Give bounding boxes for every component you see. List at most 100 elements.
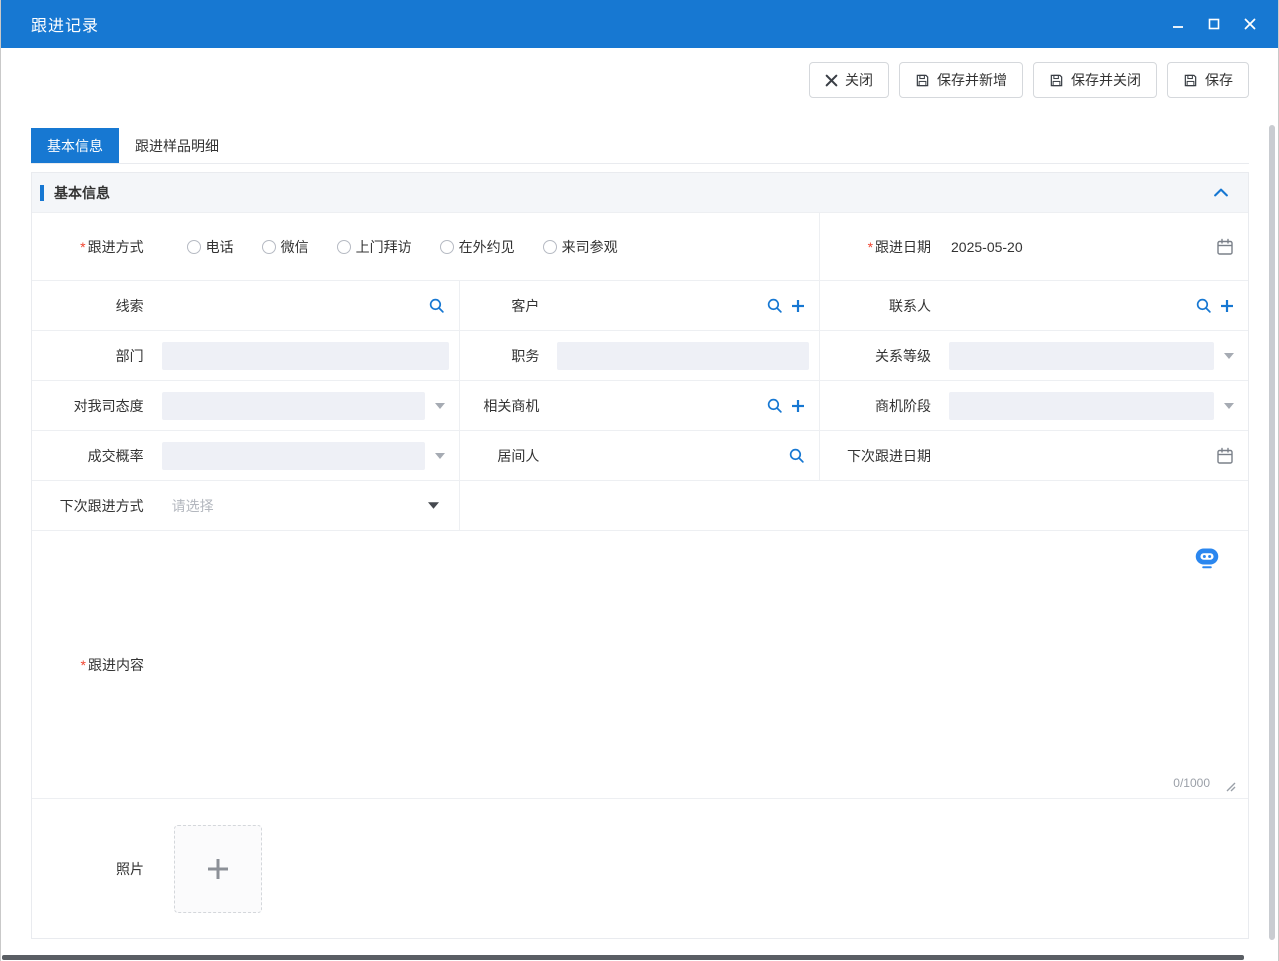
section-header: 基本信息 <box>32 172 1248 212</box>
department-field <box>150 331 459 380</box>
follow-content-textarea[interactable] <box>150 531 1248 798</box>
intermediary-input[interactable] <box>545 431 789 480</box>
save-and-new-button[interactable]: 保存并新增 <box>899 62 1023 98</box>
form-row: 对我司态度 相关商机 商机阶段 <box>32 380 1248 430</box>
lead-field <box>149 281 459 330</box>
chevron-down-icon[interactable] <box>427 502 439 509</box>
attitude-field <box>150 381 459 430</box>
window-controls <box>1168 14 1260 34</box>
minimize-icon[interactable] <box>1168 14 1188 34</box>
search-icon[interactable] <box>428 297 445 314</box>
field-label-attitude: 对我司态度 <box>73 397 144 414</box>
follow-date-value: 2025-05-20 <box>951 238 1023 255</box>
maximize-icon[interactable] <box>1204 14 1224 34</box>
calendar-icon[interactable] <box>1216 238 1234 256</box>
resize-handle-icon[interactable] <box>1224 780 1236 792</box>
follow-date-field[interactable]: 2025-05-20 <box>937 213 1248 280</box>
char-counter: 0/1000 <box>1173 776 1210 790</box>
relation-level-field <box>937 331 1248 380</box>
upload-plus-icon <box>205 856 231 882</box>
job-title-field <box>545 331 819 380</box>
search-icon[interactable] <box>1195 297 1212 314</box>
contact-input[interactable] <box>937 281 1195 330</box>
field-label-department: 部门 <box>115 347 144 364</box>
relation-level-select-disabled <box>949 341 1214 370</box>
opportunity-field <box>545 381 819 430</box>
radio-icon <box>186 239 201 254</box>
radio-option-company-visit[interactable]: 来司参观 <box>542 237 618 257</box>
field-label-follow-content: * 跟进内容 <box>80 656 144 673</box>
ai-assistant-icon[interactable] <box>1192 541 1222 574</box>
close-button-label: 关闭 <box>845 72 873 88</box>
search-icon[interactable] <box>788 447 805 464</box>
form-row: 线索 客户 联系人 <box>32 280 1248 330</box>
field-label-opportunity: 相关商机 <box>458 381 546 430</box>
field-label-next-follow-date: 下次跟进日期 <box>819 431 937 480</box>
basic-info-panel: 基本信息 * 跟进方式 电话 微信 上门拜访 在外约见 来司参观 * 跟进日期 … <box>31 172 1249 939</box>
tab-sample-detail[interactable]: 跟进样品明细 <box>119 128 235 163</box>
calendar-icon[interactable] <box>1216 447 1234 465</box>
job-title-input-disabled <box>557 341 810 370</box>
deal-probability-select-disabled <box>161 441 425 470</box>
field-label-follow-method: * 跟进方式 <box>80 238 144 255</box>
followup-record-window: 跟进记录 关闭 保存并新增 保存并关闭 保存 基本信息 跟进样品明细 基本信息 … <box>0 0 1279 961</box>
radio-icon <box>336 239 351 254</box>
deal-probability-field <box>150 431 459 480</box>
add-icon[interactable] <box>1220 299 1234 313</box>
radio-icon <box>439 239 454 254</box>
close-button[interactable]: 关闭 <box>809 62 889 98</box>
save-button[interactable]: 保存 <box>1167 62 1249 98</box>
search-icon[interactable] <box>766 297 783 314</box>
add-icon[interactable] <box>791 399 805 413</box>
follow-method-radio-group: 电话 微信 上门拜访 在外约见 来司参观 <box>150 237 618 257</box>
radio-option-wechat[interactable]: 微信 <box>261 237 309 257</box>
follow-content-field: 0/1000 <box>150 531 1248 798</box>
chevron-down-icon <box>434 452 445 459</box>
window-title: 跟进记录 <box>31 18 100 35</box>
search-icon[interactable] <box>766 397 783 414</box>
close-window-icon[interactable] <box>1240 14 1260 34</box>
section-accent-bar <box>40 184 44 201</box>
photo-field <box>150 799 1248 938</box>
radio-option-phone[interactable]: 电话 <box>186 237 234 257</box>
lead-input[interactable] <box>149 281 428 330</box>
horizontal-scrollbar[interactable] <box>2 955 1244 960</box>
opportunity-input[interactable] <box>545 381 767 430</box>
next-follow-date-field[interactable] <box>937 431 1248 480</box>
save-icon <box>1049 73 1064 88</box>
field-label-follow-date: * 跟进日期 <box>819 213 937 280</box>
field-label-lead: 线索 <box>115 297 144 314</box>
customer-input[interactable] <box>545 281 767 330</box>
form-row: * 跟进方式 电话 微信 上门拜访 在外约见 来司参观 * 跟进日期 2025-… <box>32 212 1248 280</box>
tab-basic-info[interactable]: 基本信息 <box>31 128 119 163</box>
required-marker: * <box>867 238 874 255</box>
chevron-up-icon[interactable] <box>1214 188 1228 197</box>
section-title: 基本信息 <box>54 184 110 201</box>
titlebar: 跟进记录 <box>1 0 1278 48</box>
next-follow-method-select[interactable]: 请选择 <box>150 481 459 530</box>
save-and-close-button[interactable]: 保存并关闭 <box>1033 62 1157 98</box>
add-icon[interactable] <box>791 299 805 313</box>
field-label-intermediary: 居间人 <box>458 431 546 480</box>
form-row: 下次跟进方式 请选择 <box>32 480 1248 530</box>
close-icon <box>825 74 838 87</box>
chevron-down-icon <box>1223 402 1234 409</box>
radio-option-meet-outside[interactable]: 在外约见 <box>439 237 515 257</box>
customer-field <box>545 281 819 330</box>
vertical-scrollbar[interactable] <box>1269 125 1275 940</box>
opportunity-stage-select-disabled <box>949 391 1214 420</box>
select-placeholder: 请选择 <box>171 497 214 514</box>
field-label-opportunity-stage: 商机阶段 <box>819 381 937 430</box>
follow-method-field: 电话 微信 上门拜访 在外约见 来司参观 <box>150 213 820 280</box>
field-label-contact: 联系人 <box>819 281 937 330</box>
empty-cell <box>458 481 1248 530</box>
chevron-down-icon <box>434 402 445 409</box>
radio-option-visit[interactable]: 上门拜访 <box>336 237 412 257</box>
chevron-down-icon <box>1223 352 1234 359</box>
form-row: 照片 <box>32 798 1248 938</box>
department-input-disabled <box>161 341 449 370</box>
toolbar: 关闭 保存并新增 保存并关闭 保存 <box>1 48 1278 98</box>
tab-strip: 基本信息 跟进样品明细 <box>31 128 1249 164</box>
form-row: 成交概率 居间人 下次跟进日期 <box>32 430 1248 480</box>
photo-upload-button[interactable] <box>174 825 262 913</box>
